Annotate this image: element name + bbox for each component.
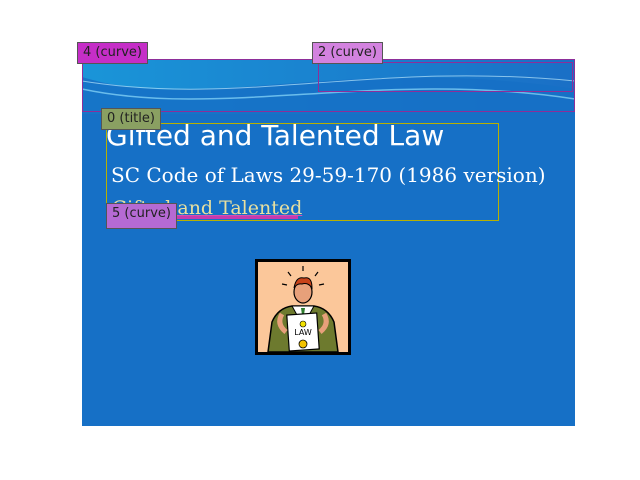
slide-subtitle: SC Code of Laws 29-59-170 (1986 version) (111, 163, 546, 187)
law-clipart-image: LAW (255, 259, 351, 355)
annotation-label-curve-2: 2 (curve) (312, 42, 383, 64)
curve-2-region (318, 62, 573, 92)
clipart-law-label: LAW (294, 328, 312, 337)
annotation-label-curve-4: 4 (curve) (77, 42, 148, 64)
businessman-law-icon: LAW (258, 262, 348, 353)
annotation-label-title: 0 (title) (101, 108, 161, 130)
annotation-label-curve-5: 5 (curve) (106, 203, 177, 229)
